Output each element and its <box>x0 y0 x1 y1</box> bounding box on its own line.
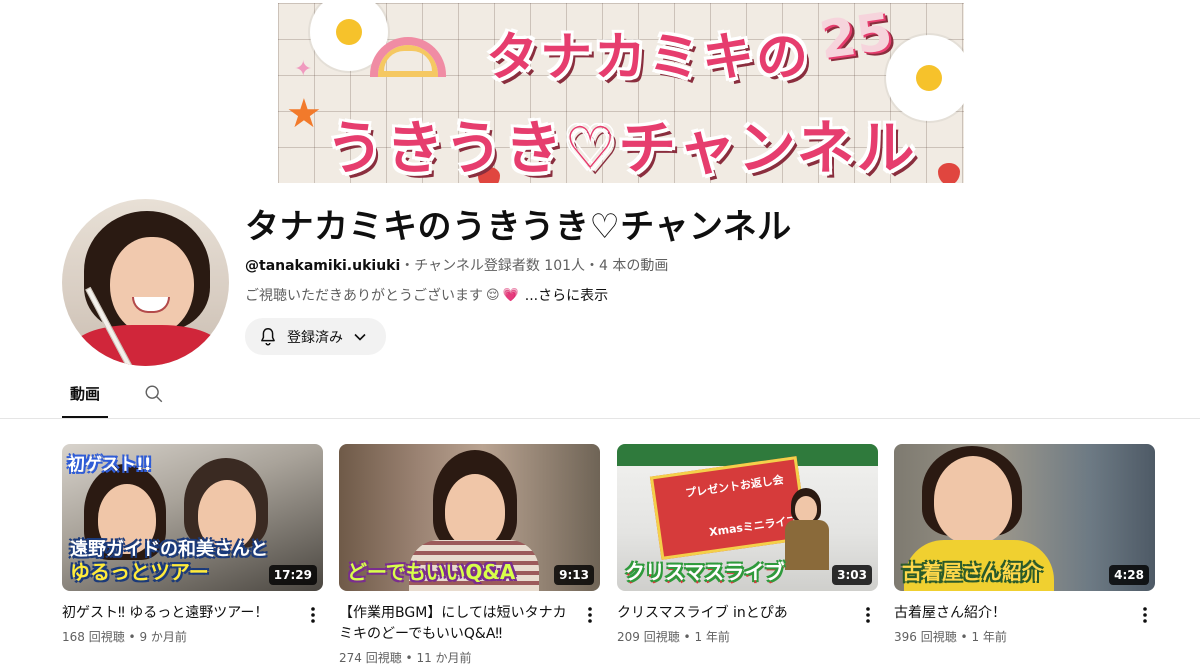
video-thumbnail[interactable]: 初ゲスト!! 遠野ガイドの和美さんと ゆるっとツアー 17:29 <box>62 444 323 591</box>
video-meta: 209 回視聴 • 1 年前 <box>617 628 878 646</box>
thumb-person <box>934 456 1012 544</box>
meta-separator: ・ <box>585 258 600 274</box>
view-count: 396 回視聴 <box>894 630 957 644</box>
video-meta: 168 回視聴 • 9 か月前 <box>62 628 323 646</box>
thumb-caption: 古着屋さん紹介 <box>902 560 1042 584</box>
video-title[interactable]: 初ゲスト‼ ゆるっと遠野ツアー！ <box>62 603 295 624</box>
show-more-link[interactable]: ...さらに表示 <box>525 288 608 304</box>
channel-handle[interactable]: @tanakamiki.ukiuki <box>245 258 400 274</box>
thumb-caption: クリスマスライブ <box>625 560 785 584</box>
video-title[interactable]: 【作業用BGM】にしては短いタナカミキのどーでもいいQ&A‼ <box>339 603 572 645</box>
thumb-sign-text: プレゼントお返し会 <box>684 473 785 500</box>
view-count: 209 回視聴 <box>617 630 680 644</box>
bell-icon <box>261 327 275 346</box>
meta-separator: • <box>124 630 140 644</box>
video-duration: 17:29 <box>268 565 317 585</box>
search-icon <box>145 385 163 403</box>
thumb-person <box>795 496 817 522</box>
video-meta: 274 回視聴 • 11 か月前 <box>339 649 600 667</box>
video-meta: 396 回視聴 • 1 年前 <box>894 628 1155 646</box>
video-thumbnail[interactable]: 古着屋さん紹介 4:28 <box>894 444 1155 591</box>
tabs-divider <box>0 418 1200 419</box>
subscribed-button[interactable]: 登録済み <box>245 318 386 355</box>
meta-separator: • <box>401 651 417 665</box>
thumb-tag: 初ゲスト!! <box>68 455 152 475</box>
chevron-down-icon <box>354 333 366 341</box>
channel-banner: ★ ✦ 25 タナカミキの うきうき♡チャンネル <box>278 3 964 183</box>
banner-title-line1: タナカミキの <box>485 28 810 88</box>
video-count: 4 本の動画 <box>599 258 669 274</box>
heart-emoji: 💗 <box>502 288 519 303</box>
video-duration: 4:28 <box>1109 565 1149 585</box>
more-vert-icon[interactable] <box>580 605 600 625</box>
more-vert-icon[interactable] <box>1135 605 1155 625</box>
upload-age: 1 年前 <box>971 630 1007 644</box>
thumb-person <box>445 474 505 548</box>
star-decoration: ✦ <box>294 57 313 82</box>
subscriber-count: チャンネル登録者数 101人 <box>414 258 586 274</box>
meta-separator: ・ <box>400 258 415 274</box>
avatar-shirt <box>72 325 222 366</box>
more-vert-icon[interactable] <box>303 605 323 625</box>
channel-title: タナカミキのうきうき♡チャンネル <box>245 207 792 247</box>
tab-videos[interactable]: 動画 <box>62 370 109 418</box>
thumb-coat <box>785 520 829 570</box>
video-card[interactable]: どーでもいいQ&A 9:13 【作業用BGM】にしては短いタナカミキのどーでもい… <box>339 444 600 667</box>
banner-title-line2: うきうき♡チャンネル <box>325 114 917 182</box>
video-thumbnail[interactable]: どーでもいいQ&A 9:13 <box>339 444 600 591</box>
meta-separator: • <box>956 630 972 644</box>
video-title[interactable]: クリスマスライブ inとぴあ <box>617 603 850 624</box>
relieved-face-emoji: 😌 <box>486 288 500 303</box>
thumb-caption: どーでもいいQ&A <box>347 560 516 584</box>
avatar-face <box>110 237 194 335</box>
more-vert-icon[interactable] <box>858 605 878 625</box>
view-count: 274 回視聴 <box>339 651 402 665</box>
subscribed-label: 登録済み <box>287 329 343 346</box>
video-card[interactable]: 初ゲスト!! 遠野ガイドの和美さんと ゆるっとツアー 17:29 初ゲスト‼ ゆ… <box>62 444 323 646</box>
channel-avatar[interactable] <box>62 199 229 366</box>
view-count: 168 回視聴 <box>62 630 125 644</box>
channel-description[interactable]: ご視聴いただきありがとうございます 😌 💗 ...さらに表示 <box>245 286 608 306</box>
video-thumbnail[interactable]: プレゼントお返し会 Xmasミニライブ クリスマスライブ 3:03 <box>617 444 878 591</box>
video-card[interactable]: 古着屋さん紹介 4:28 古着屋さん紹介！ 396 回視聴 • 1 年前 <box>894 444 1155 646</box>
video-card[interactable]: プレゼントお返し会 Xmasミニライブ クリスマスライブ 3:03 クリスマスラ… <box>617 444 878 646</box>
upload-age: 9 か月前 <box>139 630 187 644</box>
channel-meta: @tanakamiki.ukiuki・チャンネル登録者数 101人・4 本の動画 <box>245 256 668 276</box>
upload-age: 1 年前 <box>694 630 730 644</box>
video-title[interactable]: 古着屋さん紹介！ <box>894 603 1127 624</box>
channel-tabs: 動画 <box>62 370 174 418</box>
video-duration: 3:03 <box>832 565 872 585</box>
video-duration: 9:13 <box>554 565 594 585</box>
description-text: ご視聴いただきありがとうございます <box>245 288 483 304</box>
tab-search[interactable] <box>134 370 174 418</box>
meta-separator: • <box>679 630 695 644</box>
upload-age: 11 か月前 <box>416 651 472 665</box>
thumb-caption: ゆるっとツアー <box>70 560 209 584</box>
